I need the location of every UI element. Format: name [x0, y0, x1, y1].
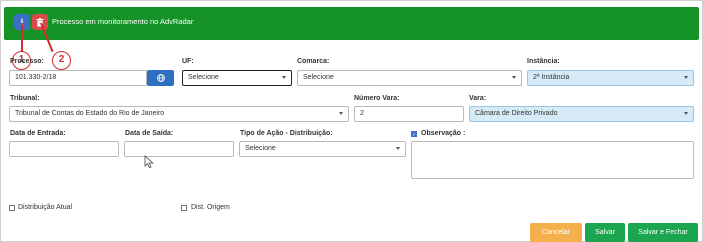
comarca-label: Comarca: [297, 58, 330, 65]
search-process-button[interactable] [147, 70, 174, 86]
uf-label: UF: [182, 58, 194, 65]
distribuicao-atual-checkbox[interactable] [9, 205, 15, 211]
banner-message: Processo em monitoramento no AdvRadar [52, 17, 194, 26]
vara-label: Vara: [469, 95, 487, 102]
save-button[interactable]: Salvar [585, 223, 625, 242]
chevron-down-icon [339, 112, 343, 115]
chevron-down-icon [282, 76, 286, 79]
tribunal-label: Tribunal: [10, 95, 40, 102]
tipo-acao-label: Tipo de Ação - Distribuição: [240, 130, 333, 137]
distribuicao-atual-label: Distribuição Atual [18, 204, 73, 211]
uf-select[interactable]: Selecione [182, 70, 292, 86]
dist-origem-checkbox[interactable] [181, 205, 187, 211]
processo-input[interactable]: 101.330-2/18 [9, 70, 147, 86]
observacao-textarea[interactable] [411, 141, 694, 179]
dist-origem-label: Dist. Origem [191, 204, 230, 211]
chevron-down-icon [684, 112, 688, 115]
vara-select-value: Câmara de Direito Privado [475, 110, 558, 117]
save-and-close-button[interactable]: Salvar e Fechar [628, 223, 698, 242]
data-entrada-label: Data de Entrada: [10, 130, 66, 137]
globe-icon [156, 74, 165, 82]
chevron-down-icon [684, 76, 688, 79]
mouse-cursor-icon [144, 155, 154, 171]
instancia-select-value: 2ª Instância [533, 74, 570, 81]
tipo-acao-select[interactable]: Selecione [239, 141, 406, 157]
chevron-down-icon [396, 147, 400, 150]
comarca-select[interactable]: Selecione [297, 70, 522, 86]
processo-label: Processo: [10, 58, 44, 65]
tribunal-select[interactable]: Tribunal de Contas do Estado do Rio de J… [9, 106, 349, 122]
tipo-acao-select-value: Selecione [245, 145, 276, 152]
vara-select[interactable]: Câmara de Direito Privado [469, 106, 694, 122]
data-saida-input[interactable] [124, 141, 234, 157]
tribunal-select-value: Tribunal de Contas do Estado do Rio de J… [15, 110, 165, 117]
instancia-label: Instância: [527, 58, 560, 65]
numero-vara-input[interactable]: 2 [354, 106, 464, 122]
observacao-checkbox[interactable]: ✓ [411, 131, 417, 138]
instancia-select[interactable]: 2ª Instância [527, 70, 694, 86]
comarca-select-value: Selecione [303, 74, 334, 81]
numero-vara-label: Número Vara: [354, 95, 400, 102]
cancel-button[interactable]: Cancelar [530, 223, 582, 242]
uf-select-value: Selecione [188, 74, 219, 81]
delete-button[interactable] [32, 14, 48, 30]
callout-badge-2: 2 [52, 51, 71, 70]
data-saida-label: Data de Saída: [125, 130, 174, 137]
observacao-label: Observação : [421, 130, 466, 137]
chevron-down-icon [512, 76, 516, 79]
data-entrada-input[interactable] [9, 141, 119, 157]
